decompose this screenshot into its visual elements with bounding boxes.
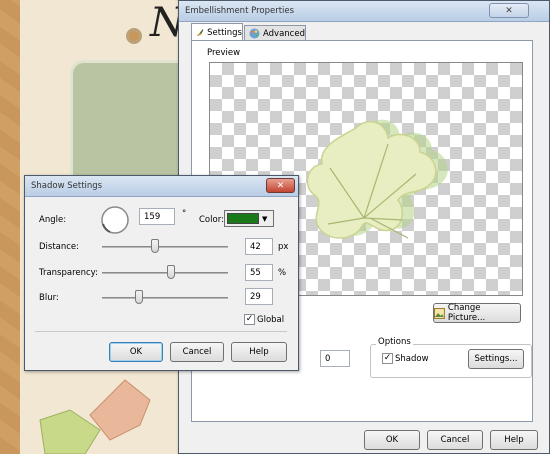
transparency-slider-thumb[interactable] — [167, 265, 176, 279]
change-picture-label: Change Picture... — [447, 303, 486, 323]
shadow-title-bar: Shadow Settings — [25, 176, 298, 197]
distance-input[interactable]: 42 — [245, 238, 273, 255]
distance-label: Distance: — [39, 242, 80, 252]
brush-icon — [196, 29, 204, 36]
tab-advanced[interactable]: Advanced — [244, 25, 306, 41]
distance-slider-thumb[interactable] — [150, 239, 159, 253]
blur-slider-thumb[interactable] — [134, 290, 143, 304]
tab-advanced-label: Advanced — [263, 28, 305, 39]
shadow-cancel-button[interactable]: Cancel — [170, 342, 224, 362]
bottom-leaves-decoration — [39, 379, 151, 454]
close-icon: ✕ — [505, 5, 513, 16]
color-picker-button[interactable]: ▼ — [224, 210, 274, 227]
shadow-settings-dialog: Shadow Settings ✕ Angle: 159 ° Color: ▼ … — [24, 175, 299, 371]
palette-icon — [249, 28, 260, 39]
shadow-checkbox[interactable]: ✓ — [382, 353, 393, 364]
transparency-unit: % — [278, 268, 287, 278]
chevron-down-icon: ▼ — [262, 214, 268, 223]
options-group-label: Options — [376, 337, 413, 347]
color-label: Color: — [199, 215, 224, 225]
close-button[interactable]: ✕ — [489, 3, 529, 18]
degree-sign: ° — [182, 209, 187, 219]
dialog-title: Embellishment Properties — [185, 6, 295, 16]
angle-label: Angle: — [39, 215, 67, 225]
global-checkbox[interactable]: ✓ — [244, 314, 255, 325]
shadow-close-button[interactable]: ✕ — [266, 178, 295, 193]
cancel-button[interactable]: Cancel — [427, 430, 483, 450]
blur-slider-track[interactable] — [102, 297, 228, 299]
checkmark-icon: ✓ — [383, 353, 392, 363]
angle-input[interactable]: 159 — [139, 208, 175, 225]
help-button[interactable]: Help — [490, 430, 538, 450]
close-icon: ✕ — [276, 180, 285, 191]
shadow-dialog-title: Shadow Settings — [31, 181, 103, 191]
tab-settings[interactable]: Settings — [191, 23, 243, 41]
numeric-input[interactable]: 0 — [320, 350, 350, 367]
blur-input[interactable]: 29 — [245, 288, 273, 305]
tag-eyelet — [126, 28, 142, 44]
distance-unit: px — [278, 242, 289, 252]
distance-slider-track[interactable] — [102, 246, 228, 248]
shadow-label: Shadow — [395, 354, 429, 364]
transparency-slider-track[interactable] — [102, 272, 228, 274]
checkmark-icon: ✓ — [245, 314, 254, 324]
tab-settings-label: Settings — [207, 27, 242, 38]
global-label: Global — [257, 315, 285, 325]
angle-dial-icon[interactable] — [98, 204, 132, 236]
change-picture-button[interactable]: Change Picture... — [433, 303, 521, 323]
separator — [35, 331, 287, 332]
transparency-label: Transparency: — [39, 268, 98, 278]
transparency-input[interactable]: 55 — [245, 264, 273, 281]
leaf-image — [306, 119, 448, 239]
blur-label: Blur: — [39, 293, 59, 303]
ok-button[interactable]: OK — [364, 430, 420, 450]
shadow-ok-button[interactable]: OK — [109, 342, 163, 362]
picture-icon — [434, 307, 445, 319]
shadow-help-button[interactable]: Help — [231, 342, 287, 362]
preview-label: Preview — [207, 48, 241, 58]
color-swatch — [227, 213, 259, 224]
settings-button[interactable]: Settings... — [468, 349, 524, 369]
